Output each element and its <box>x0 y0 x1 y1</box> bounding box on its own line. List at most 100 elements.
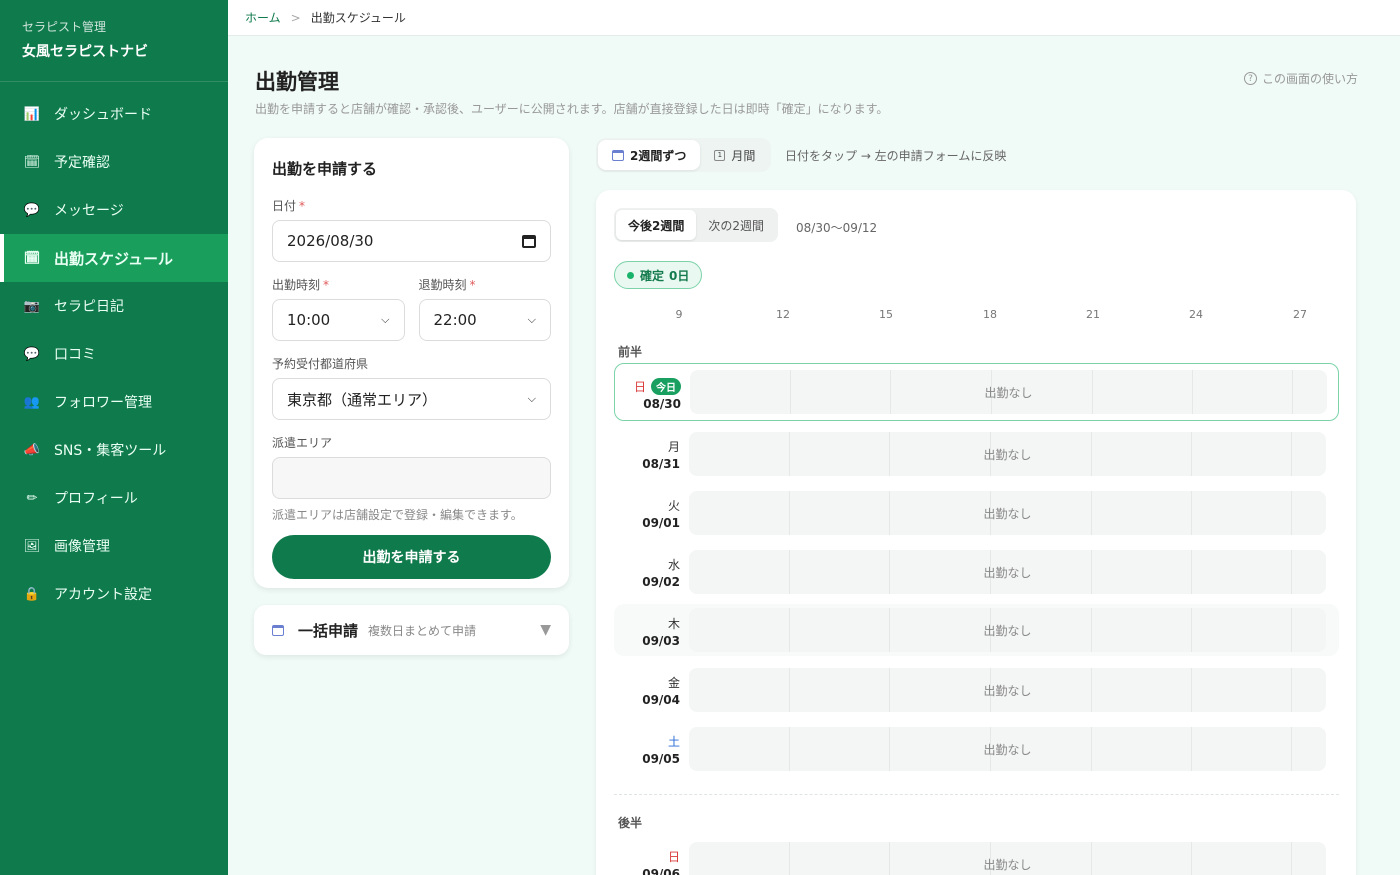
day-row[interactable]: 金 09/04 出勤なし <box>614 664 1339 716</box>
sidebar-item-shift-schedule[interactable]: 🗓 出勤スケジュール <box>0 234 228 282</box>
prefecture-label: 予約受付都道府県 <box>272 357 369 371</box>
end-time-select[interactable]: 22:00 ⌵ <box>418 299 551 341</box>
half-divider <box>614 794 1339 795</box>
calendar-icon[interactable] <box>522 234 536 248</box>
sidebar-item-label: フォロワー管理 <box>54 395 152 411</box>
view-toggle: 2週間ずつ 1 月間 <box>596 138 772 172</box>
required-mark: * <box>323 278 330 292</box>
page-description: 出勤を申請すると店舗が確認・承認後、ユーザーに公開されます。店舗が直接登録した日… <box>255 102 889 116</box>
help-link-label: この画面の使い方 <box>1261 72 1358 86</box>
start-time-value: 10:00 <box>287 311 331 329</box>
sidebar-item-followers[interactable]: 👥 フォロワー管理 <box>0 378 228 426</box>
lock-icon: 🔒 <box>23 586 41 602</box>
schedule-card: 今後2週間 次の2週間 08/30〜09/12 確定 0日 9 12 15 18… <box>596 190 1356 875</box>
day-bar[interactable]: 出勤なし <box>689 432 1326 476</box>
shift-request-form: 出勤を申請する 日付 * 2026/08/30 出勤時刻 * 10:00 ⌵ 退勤時… <box>254 138 569 588</box>
day-row[interactable]: 土 09/05 出勤なし <box>614 723 1339 775</box>
people-icon: 👥 <box>23 394 41 410</box>
no-shift-text: 出勤なし <box>983 447 1032 462</box>
two-weeks-label: 2週間ずつ <box>630 148 687 163</box>
no-shift-text: 出勤なし <box>983 623 1032 638</box>
date-label-text: 日付 <box>272 199 297 213</box>
day-date: 09/02 <box>642 575 680 589</box>
required-mark: * <box>469 278 476 292</box>
end-time-label: 退勤時刻 * <box>419 276 552 293</box>
day-row[interactable]: 水 09/02 出勤なし <box>614 546 1339 598</box>
form-title: 出勤を申請する <box>272 160 378 178</box>
day-row[interactable]: 木 09/03 出勤なし <box>614 604 1339 656</box>
speech-bubble-icon: 💬 <box>23 346 41 362</box>
no-shift-text: 出勤なし <box>984 385 1033 400</box>
camera-icon: 📷 <box>23 298 41 314</box>
time-row: 出勤時刻 * 10:00 ⌵ 退勤時刻 * 22:00 ⌵ <box>272 276 551 341</box>
end-time-label-text: 退勤時刻 <box>418 278 467 292</box>
axis-tick: 12 <box>776 308 790 321</box>
page-title: 出勤管理 <box>255 70 339 94</box>
sidebar-item-label: 出勤スケジュール <box>54 249 173 268</box>
axis-tick: 27 <box>1293 308 1307 321</box>
day-date: 09/05 <box>642 752 680 766</box>
date-label: 日付 * <box>272 197 551 214</box>
end-time-field: 退勤時刻 * 22:00 ⌵ <box>418 276 552 341</box>
day-bar[interactable]: 出勤なし <box>690 370 1327 414</box>
start-time-label-text: 出勤時刻 <box>272 278 321 292</box>
second-half-label: 後半 <box>618 816 643 830</box>
month-view-button[interactable]: 1 月間 <box>700 140 769 170</box>
submit-request-button[interactable]: 出勤を申請する <box>272 535 551 579</box>
no-shift-text: 出勤なし <box>983 506 1032 521</box>
bulk-request-toggle[interactable]: 一括申請 複数日まとめて申請 ▼ <box>254 605 569 655</box>
sidebar-item-account[interactable]: 🔒 アカウント設定 <box>0 570 228 618</box>
no-shift-text: 出勤なし <box>983 857 1032 872</box>
sidebar-item-sns-tools[interactable]: 📣 SNS・集客ツール <box>0 426 228 474</box>
day-label: 水 09/02 <box>614 556 680 589</box>
sidebar-item-reviews[interactable]: 💬 口コミ <box>0 330 228 378</box>
start-time-field: 出勤時刻 * 10:00 ⌵ <box>272 276 405 341</box>
no-shift-text: 出勤なし <box>983 742 1032 757</box>
day-bar[interactable]: 出勤なし <box>689 550 1326 594</box>
breadcrumb-current: 出勤スケジュール <box>310 11 406 25</box>
sidebar-item-label: 口コミ <box>54 347 96 363</box>
sidebar-item-schedule-check[interactable]: 🗓 予定確認 <box>0 138 228 186</box>
day-bar[interactable]: 出勤なし <box>689 727 1326 771</box>
date-input[interactable]: 2026/08/30 <box>272 220 551 262</box>
day-bar[interactable]: 出勤なし <box>689 668 1326 712</box>
no-shift-text: 出勤なし <box>983 565 1032 580</box>
day-row[interactable]: 火 09/01 出勤なし <box>614 487 1339 539</box>
axis-tick: 18 <box>983 308 997 321</box>
two-weeks-view-button[interactable]: 2週間ずつ <box>598 140 701 170</box>
breadcrumb-home-link[interactable]: ホーム <box>245 9 281 26</box>
tab-following-2-weeks[interactable]: 次の2週間 <box>696 210 776 240</box>
area-label: 派遣エリア <box>272 436 333 450</box>
day-row[interactable]: 日今日 08/30 出勤なし <box>614 363 1339 421</box>
sidebar-item-profile[interactable]: ✏ プロフィール <box>0 474 228 522</box>
tab-next-2-weeks[interactable]: 今後2週間 <box>616 210 697 240</box>
sidebar-item-label: アカウント設定 <box>54 587 152 603</box>
brand: セラピスト管理 女風セラピストナビ <box>0 0 228 82</box>
day-date: 08/30 <box>643 397 681 411</box>
sidebar-item-messages[interactable]: 💬 メッセージ <box>0 186 228 234</box>
day-bar[interactable]: 出勤なし <box>689 608 1326 652</box>
day-date: 09/06 <box>642 867 680 875</box>
day-bar[interactable]: 出勤なし <box>689 842 1326 875</box>
breadcrumb-separator: > <box>290 10 301 25</box>
sidebar-item-dashboard[interactable]: 📊 ダッシュボード <box>0 90 228 138</box>
day-label: 月 08/31 <box>614 438 680 471</box>
calendar-icon: 🗓 <box>23 250 41 266</box>
day-bar[interactable]: 出勤なし <box>689 491 1326 535</box>
sidebar-item-images[interactable]: 🖼 画像管理 <box>0 522 228 570</box>
prefecture-select[interactable]: 東京都（通常エリア） ⌵ <box>272 378 551 420</box>
confirmed-badge: 確定 0日 <box>614 261 703 289</box>
start-time-select[interactable]: 10:00 ⌵ <box>272 299 405 341</box>
speech-bubble-icon: 💬 <box>23 202 41 218</box>
calendar-icon <box>612 149 624 161</box>
required-mark: * <box>299 199 306 213</box>
day-row[interactable]: 日 09/06 出勤なし <box>614 838 1339 875</box>
help-link[interactable]: ? この画面の使い方 <box>1243 70 1358 87</box>
chevron-down-icon: ⌵ <box>527 313 536 326</box>
image-icon: 🖼 <box>23 538 41 554</box>
sidebar-item-label: SNS・集客ツール <box>54 443 167 459</box>
sidebar-item-diary[interactable]: 📷 セラピ日記 <box>0 282 228 330</box>
weekday: 水 <box>667 558 680 572</box>
axis-tick: 24 <box>1189 308 1203 321</box>
day-row[interactable]: 月 08/31 出勤なし <box>614 428 1339 480</box>
